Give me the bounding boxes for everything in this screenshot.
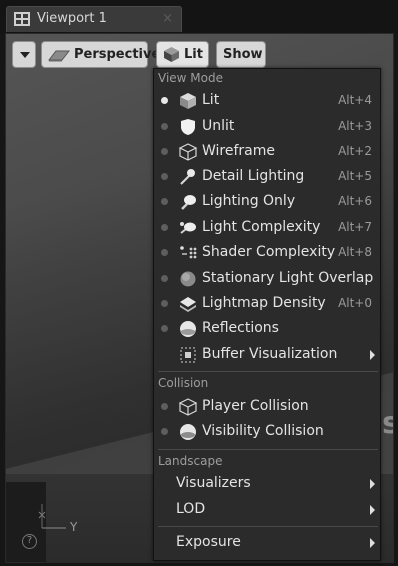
axis-gizmo: Y bbox=[36, 498, 86, 542]
section-header-view-mode: View Mode bbox=[158, 71, 223, 85]
menu-item-label: Unlit bbox=[202, 118, 235, 134]
stationary-light-overlap-icon bbox=[180, 271, 196, 287]
section-header-collision: Collision bbox=[158, 376, 209, 390]
viewport-options-button[interactable] bbox=[12, 41, 36, 68]
menu-divider bbox=[158, 449, 378, 450]
lightmap-density-icon bbox=[180, 297, 196, 312]
player-collision-icon bbox=[178, 398, 198, 416]
viewport-grid-icon bbox=[14, 12, 30, 26]
lit-label: Lit bbox=[184, 47, 203, 62]
shortcut-label: Alt+3 bbox=[338, 119, 372, 133]
tab-bar: Viewport 1 × bbox=[0, 0, 398, 34]
menu-item-label: Lightmap Density bbox=[202, 295, 326, 311]
menu-item-visibility-collision[interactable]: Visibility Collision bbox=[154, 419, 380, 444]
menu-item-lighting-only[interactable]: Lighting Only Alt+6 bbox=[154, 189, 380, 214]
visibility-collision-icon bbox=[180, 424, 196, 440]
section-header-landscape: Landscape bbox=[158, 454, 223, 468]
menu-item-label: Exposure bbox=[176, 534, 241, 550]
menu-item-unlit[interactable]: Unlit Alt+3 bbox=[154, 114, 380, 139]
chevron-right-icon bbox=[370, 350, 375, 360]
menu-item-exposure[interactable]: Exposure bbox=[154, 530, 380, 555]
lit-cube-icon bbox=[180, 93, 196, 109]
menu-item-shader-complexity[interactable]: Shader Complexity Alt+8 bbox=[154, 240, 380, 265]
close-icon[interactable]: × bbox=[162, 11, 173, 26]
menu-item-label: Reflections bbox=[202, 320, 279, 336]
menu-divider bbox=[158, 526, 378, 527]
radio-unselected bbox=[161, 123, 168, 130]
shortcut-label: Alt+5 bbox=[338, 169, 372, 183]
menu-item-label: Shader Complexity bbox=[202, 244, 336, 260]
chevron-right-icon bbox=[370, 479, 375, 489]
perspective-label: Perspective bbox=[74, 47, 161, 62]
menu-item-lit[interactable]: Lit Alt+4 bbox=[154, 88, 380, 113]
shortcut-label: Alt+8 bbox=[338, 245, 372, 259]
radio-unselected bbox=[161, 300, 168, 307]
radio-unselected bbox=[161, 224, 168, 231]
lit-cube-icon bbox=[164, 47, 179, 62]
axis-y-label: Y bbox=[70, 520, 78, 534]
menu-item-reflections[interactable]: Reflections bbox=[154, 316, 380, 341]
shield-icon bbox=[181, 119, 195, 135]
editor-frame: Viewport 1 × s Perspective Lit Show View… bbox=[0, 0, 398, 566]
chevron-right-icon bbox=[370, 538, 375, 548]
shader-complexity-icon bbox=[180, 246, 197, 259]
menu-item-wireframe[interactable]: Wireframe Alt+2 bbox=[154, 139, 380, 164]
show-button[interactable]: Show bbox=[216, 41, 266, 68]
menu-item-detail-lighting[interactable]: Detail Lighting Alt+5 bbox=[154, 164, 380, 189]
menu-item-player-collision[interactable]: Player Collision bbox=[154, 394, 380, 419]
wireframe-cube-icon bbox=[178, 143, 198, 161]
radio-unselected bbox=[161, 428, 168, 435]
menu-divider bbox=[158, 371, 378, 372]
menu-item-stationary-light-overlap[interactable]: Stationary Light Overlap bbox=[154, 266, 380, 291]
radio-unselected bbox=[161, 173, 168, 180]
menu-item-label: Detail Lighting bbox=[202, 168, 305, 184]
menu-item-light-complexity[interactable]: Light Complexity Alt+7 bbox=[154, 215, 380, 240]
radio-unselected bbox=[161, 403, 168, 410]
tab-title: Viewport 1 bbox=[37, 11, 107, 26]
menu-item-label: Visibility Collision bbox=[202, 423, 324, 439]
radio-unselected bbox=[161, 249, 168, 256]
menu-item-label: LOD bbox=[176, 501, 206, 517]
shortcut-label: Alt+2 bbox=[338, 144, 372, 158]
show-label: Show bbox=[223, 47, 263, 62]
menu-item-label: Stationary Light Overlap bbox=[202, 270, 374, 286]
view-mode-lit-button[interactable]: Lit bbox=[156, 41, 209, 68]
chevron-right-icon bbox=[370, 505, 375, 515]
menu-item-label: Wireframe bbox=[202, 143, 276, 159]
menu-item-visualizers[interactable]: Visualizers bbox=[154, 471, 380, 496]
menu-item-lod[interactable]: LOD bbox=[154, 497, 380, 522]
shortcut-label: Alt+6 bbox=[338, 194, 372, 208]
radio-unselected bbox=[161, 198, 168, 205]
axis-gizmo-icon bbox=[38, 504, 66, 529]
menu-item-label: Visualizers bbox=[176, 475, 251, 491]
radio-unselected bbox=[161, 275, 168, 282]
viewport-text-fragment: s bbox=[382, 406, 393, 441]
shortcut-label: Alt+7 bbox=[338, 220, 372, 234]
perspective-icon bbox=[48, 50, 70, 62]
light-complexity-icon bbox=[180, 222, 196, 234]
buffer-visualization-icon bbox=[180, 347, 196, 363]
reflections-sphere-icon bbox=[180, 321, 196, 337]
help-icon[interactable]: ? bbox=[22, 534, 37, 549]
perspective-button[interactable]: Perspective bbox=[41, 41, 160, 68]
tab-viewport[interactable]: Viewport 1 × bbox=[6, 6, 182, 32]
menu-item-label: Player Collision bbox=[202, 398, 309, 414]
menu-item-label: Lighting Only bbox=[202, 193, 296, 209]
menu-item-label: Buffer Visualization bbox=[202, 346, 338, 362]
menu-item-label: Lit bbox=[202, 92, 220, 108]
shortcut-label: Alt+4 bbox=[338, 93, 372, 107]
menu-item-lightmap-density[interactable]: Lightmap Density Alt+0 bbox=[154, 291, 380, 316]
menu-item-label: Light Complexity bbox=[202, 219, 321, 235]
chevron-down-icon bbox=[20, 52, 30, 58]
radio-unselected bbox=[161, 148, 168, 155]
radio-unselected bbox=[161, 325, 168, 332]
shortcut-label: Alt+0 bbox=[338, 296, 372, 310]
view-mode-menu: View Mode Lit Alt+4 Unlit Alt+3 Wirefram… bbox=[153, 68, 381, 561]
detail-lighting-icon bbox=[180, 169, 195, 185]
menu-item-buffer-visualization[interactable]: Buffer Visualization bbox=[154, 342, 380, 367]
lighting-only-icon bbox=[181, 195, 196, 210]
radio-selected bbox=[161, 97, 168, 104]
